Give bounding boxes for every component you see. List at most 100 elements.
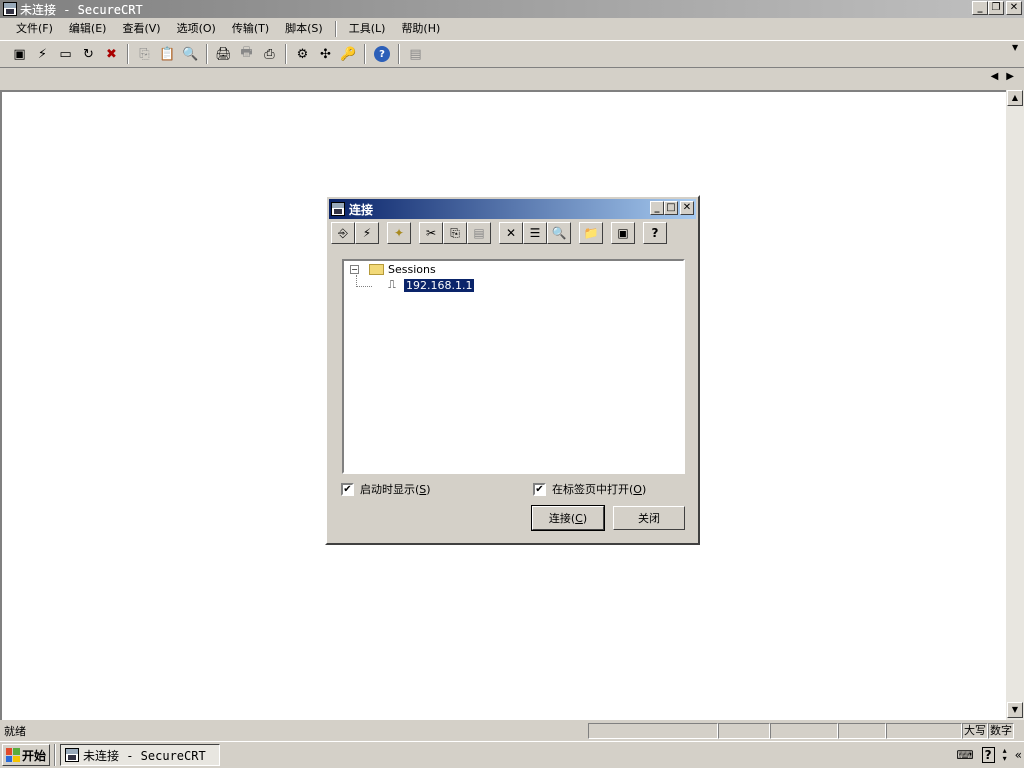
status-pane [588,723,718,739]
help-icon[interactable]: ? [374,46,390,62]
disconnect-icon[interactable]: ✖ [100,43,123,65]
toolbar-separator [364,44,366,64]
session-icon: ⎍ [388,278,396,291]
menu-file[interactable]: 文件(F) [8,19,61,39]
checkbox-label: 在标签页中打开(O) [552,483,647,496]
dlg-find-icon[interactable]: 🔍 [547,222,571,244]
dlg-quick-connect-icon[interactable]: ⎆ [331,222,355,244]
num-lock-indicator: 数字 [988,723,1014,739]
tray-arrows-icon[interactable]: ▴ ▾ [1003,747,1007,763]
dlg-new-folder-icon[interactable]: 📁 [579,222,603,244]
app-icon[interactable] [3,2,17,16]
dlg-desktop-icon[interactable]: ▣ [611,222,635,244]
dlg-paste-icon[interactable]: ▤ [467,222,491,244]
restore-button[interactable]: ❐ [988,1,1004,15]
tab-scroll-left-icon[interactable]: ◀ [991,71,999,82]
menu-edit[interactable]: 编辑(E) [61,19,115,39]
menu-options[interactable]: 选项(O) [169,19,224,39]
checkbox-label: 启动时显示(S) [360,483,431,496]
paste-icon[interactable]: 📋 [156,43,179,65]
tab-scroll-right-icon[interactable]: ▶ [1006,71,1014,82]
dlg-help-icon[interactable]: ? [643,222,667,244]
tree-node-session[interactable]: ⎍ 192.168.1.1 [384,277,476,293]
tree-node-label: 192.168.1.1 [402,277,476,293]
app-icon [65,748,79,762]
taskbar-securecrt-button[interactable]: 未连接 - SecureCRT [60,744,220,766]
tab-scroll-arrows: ◀ ▶ [991,71,1014,82]
vertical-scrollbar[interactable]: ▲ ▼ [1006,90,1024,720]
system-tray: ⌨ ? ▴ ▾ « [956,744,1022,766]
keyboard-icon[interactable]: ⌨ [956,748,973,762]
quick-connect-icon[interactable]: ⚡ [31,43,54,65]
scroll-up-icon[interactable]: ▲ [1007,90,1023,106]
global-options-icon[interactable]: ✣ [314,43,337,65]
minimize-button[interactable]: _ [972,1,988,15]
status-bar: 就绪 大写 数字 [0,721,1024,741]
connect-icon[interactable]: ▣ [8,43,31,65]
main-toolbar: ▣ ⚡ ▭ ↻ ✖ ⎘ 📋 🔍 🖨 🖶 ⎙ ⚙ ✣ 🔑 ? ▤ [0,40,1024,68]
dlg-properties-icon[interactable]: ☰ [523,222,547,244]
window-controls: _ ❐ ✕ [972,1,1022,15]
dlg-new-session-icon[interactable]: ✦ [387,222,411,244]
dlg-cut-icon[interactable]: ✂ [419,222,443,244]
taskbar-separator [54,744,56,766]
reconnect-icon[interactable]: ↻ [77,43,100,65]
checkbox-icon[interactable]: ✔ [341,482,354,496]
dialog-toolbar: ⎆ ⚡ ✦ ✂ ⎘ ▤ ✕ ☰ 🔍 📁 ▣ ? [331,221,694,245]
help-tray-icon[interactable]: ? [981,747,995,763]
toolbar-separator [398,44,400,64]
toolbar-chevron-icon[interactable]: ▼ [1012,43,1020,63]
dialog-close-button[interactable]: ✕ [680,201,694,215]
menu-transfer[interactable]: 传输(T) [224,19,277,39]
folder-icon [369,264,384,275]
dialog-app-icon[interactable] [331,202,345,216]
connect-button[interactable]: 连接(C) [531,505,605,531]
status-pane [718,723,770,739]
windows-logo-icon [5,748,20,762]
dialog-maximize-button[interactable]: □ [664,201,678,215]
status-pane [770,723,838,739]
checkbox-icon[interactable]: ✔ [533,482,546,496]
menu-help[interactable]: 帮助(H) [393,19,448,39]
session-tree[interactable]: − Sessions ⎍ 192.168.1.1 [342,259,685,474]
close-button[interactable]: ✕ [1006,1,1022,15]
tree-node-sessions[interactable]: − Sessions [350,263,436,276]
dialog-title-bar: 连接 [329,199,696,219]
menu-bar: 文件(F) 编辑(E) 查看(V) 选项(O) 传输(T) 脚本(S) 工具(L… [0,18,1024,40]
status-text: 就绪 [4,725,26,738]
status-pane [886,723,962,739]
close-dialog-button[interactable]: 关闭 [613,506,685,530]
tab-strip: ◀ ▶ [0,68,1024,88]
dlg-connect-icon[interactable]: ⚡ [355,222,379,244]
scroll-down-icon[interactable]: ▼ [1007,702,1023,718]
log-icon[interactable]: ▤ [404,43,427,65]
dlg-copy-icon[interactable]: ⎘ [443,222,467,244]
status-pane [838,723,886,739]
session-options-icon[interactable]: ⚙ [291,43,314,65]
connect-tab-icon[interactable]: ▭ [54,43,77,65]
keymap-icon[interactable]: 🔑 [337,43,360,65]
copy-icon[interactable]: ⎘ [133,43,156,65]
print-selection-icon[interactable]: 🖶 [235,43,258,65]
toolbar-separator [285,44,287,64]
dialog-minimize-button[interactable]: _ [650,201,664,215]
menu-view[interactable]: 查看(V) [114,19,168,39]
taskbar: 开始 未连接 - SecureCRT ⌨ ? ▴ ▾ « [0,741,1024,768]
collapse-icon[interactable]: − [350,265,359,274]
caps-lock-indicator: 大写 [962,723,988,739]
open-in-tab-checkbox[interactable]: ✔ 在标签页中打开(O) [533,481,646,497]
menu-tools[interactable]: 工具(L) [341,19,394,39]
taskbar-task-label: 未连接 - SecureCRT [83,748,206,763]
show-on-startup-checkbox[interactable]: ✔ 启动时显示(S) [341,481,431,497]
tree-node-label: Sessions [388,263,436,276]
find-icon[interactable]: 🔍 [179,43,202,65]
menu-script[interactable]: 脚本(S) [277,19,331,39]
dialog-window-controls: _ □ ✕ [650,201,694,215]
menu-separator [334,21,337,37]
print-setup-icon[interactable]: ⎙ [258,43,281,65]
dlg-delete-icon[interactable]: ✕ [499,222,523,244]
print-icon[interactable]: 🖨 [212,43,235,65]
start-button[interactable]: 开始 [2,744,50,766]
tray-expand-icon[interactable]: « [1015,748,1022,762]
toolbar-separator [127,44,129,64]
